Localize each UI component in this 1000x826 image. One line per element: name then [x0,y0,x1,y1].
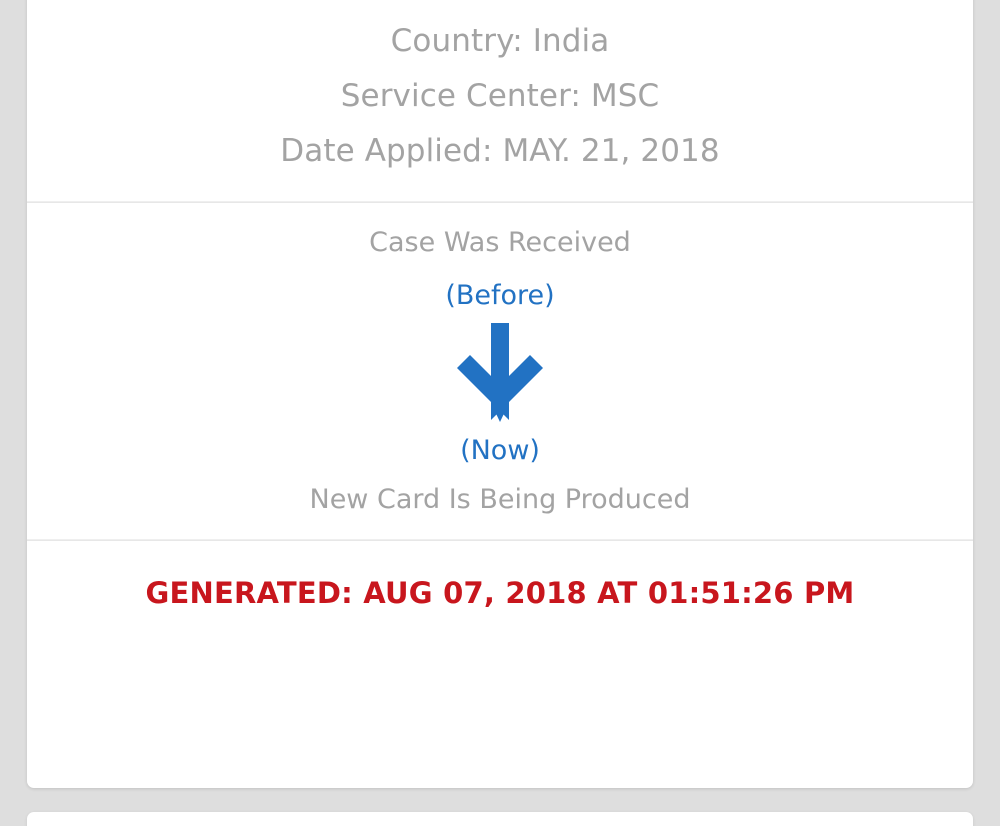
generated-section: GENERATED: AUG 07, 2018 AT 01:51:26 PM [27,541,973,648]
case-meta-section: Country: India Service Center: MSC Date … [27,0,973,201]
generated-timestamp: GENERATED: AUG 07, 2018 AT 01:51:26 PM [145,576,855,610]
current-status-text: New Card Is Being Produced [309,484,691,515]
date-applied-line: Date Applied: MAY. 21, 2018 [280,133,720,169]
arrow-down-icon [452,323,548,423]
case-status-card: Country: India Service Center: MSC Date … [27,0,973,788]
next-case-card[interactable] [27,812,973,826]
previous-status-text: Case Was Received [369,227,631,258]
page-background: Country: India Service Center: MSC Date … [0,0,1000,826]
service-center-line: Service Center: MSC [340,78,660,114]
previous-status-marker: (Before) [445,280,555,311]
case-progress-section: Case Was Received (Before) (Now) New Car… [27,203,973,539]
country-line: Country: India [390,23,610,59]
current-status-marker: (Now) [460,435,540,466]
